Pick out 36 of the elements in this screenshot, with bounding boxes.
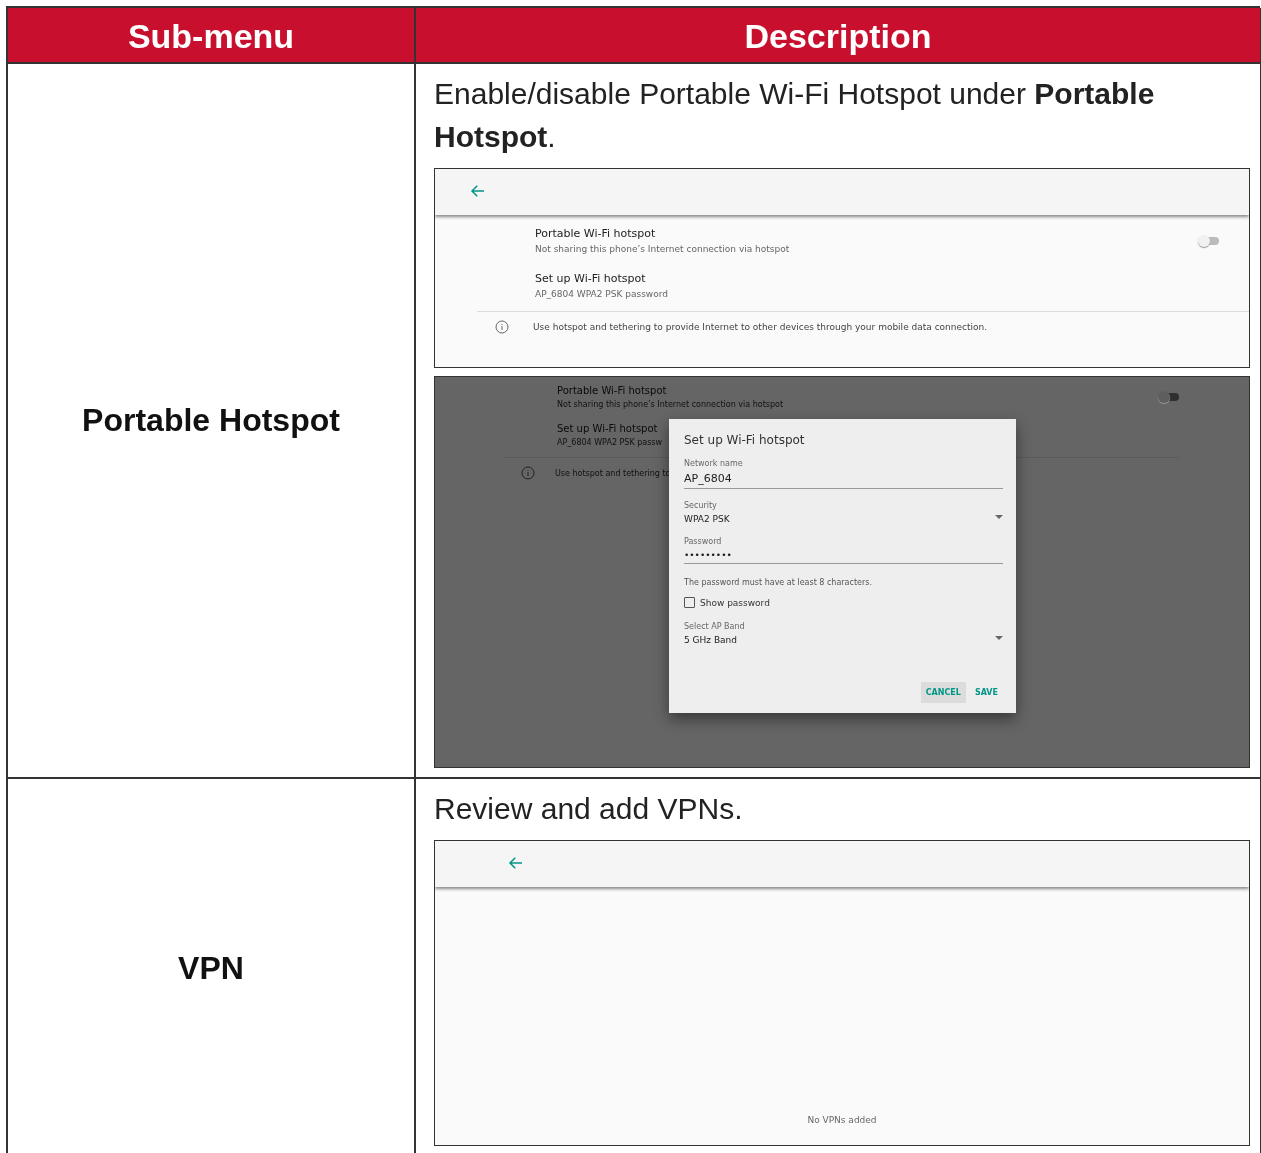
description-text: Enable/disable Portable Wi-Fi Hotspot under Portable Hotspot. [434, 76, 1156, 155]
setting-title: Set up Wi-Fi hotspot [535, 272, 646, 285]
field-label: Password [684, 537, 723, 546]
info-icon [521, 466, 535, 480]
setting-summary: AP_6804 WPA2 PSK passw [557, 438, 663, 447]
input-field[interactable]: ••••••••• [684, 546, 1003, 564]
setting-summary: Not sharing this phone’s Internet connection via hotspot [535, 244, 790, 254]
dropdown-caret-icon [995, 515, 1003, 519]
dialog-title: Set up Wi-Fi hotspot [684, 433, 805, 447]
info-icon [495, 320, 509, 334]
column-header: Sub-menu [8, 8, 416, 64]
dropdown-caret-icon [995, 636, 1003, 640]
toggle-switch[interactable] [1199, 236, 1219, 245]
back-arrow-icon [469, 182, 487, 200]
checkbox-label: Show password [700, 597, 770, 608]
back-arrow-icon [507, 854, 525, 872]
field-label: Network name [684, 459, 744, 468]
column-header: Description [416, 8, 1261, 64]
setting-title: Portable Wi-Fi hotspot [557, 385, 667, 396]
submenu-name: Portable Hotspot [82, 402, 340, 439]
dropdown[interactable]: WPA2 PSK [684, 510, 1003, 527]
empty-message: No VPNs added [807, 1115, 877, 1125]
field-label: Security [684, 501, 718, 510]
setting-summary: AP_6804 WPA2 PSK password [535, 289, 668, 299]
setting-summary: Not sharing this phone’s Internet connection via hotspot [557, 400, 784, 409]
setting-title: Portable Wi-Fi hotspot [535, 227, 656, 240]
field-label: Select AP Band [684, 622, 746, 631]
submenu-name: VPN [178, 949, 244, 987]
setting-title: Set up Wi-Fi hotspot [557, 423, 658, 434]
toggle-switch[interactable] [1159, 393, 1179, 401]
dropdown[interactable]: 5 GHz Band [684, 631, 1003, 648]
description-text: Review and add VPNs. [434, 791, 744, 827]
info-text: Use hotspot and tethering to provide Internet to other devices through your mobile data connection. [533, 322, 988, 332]
checkbox[interactable] [684, 597, 695, 608]
input-field[interactable]: AP_6804 [684, 468, 1003, 489]
hint-text: The password must have at least 8 characters. [684, 578, 872, 587]
